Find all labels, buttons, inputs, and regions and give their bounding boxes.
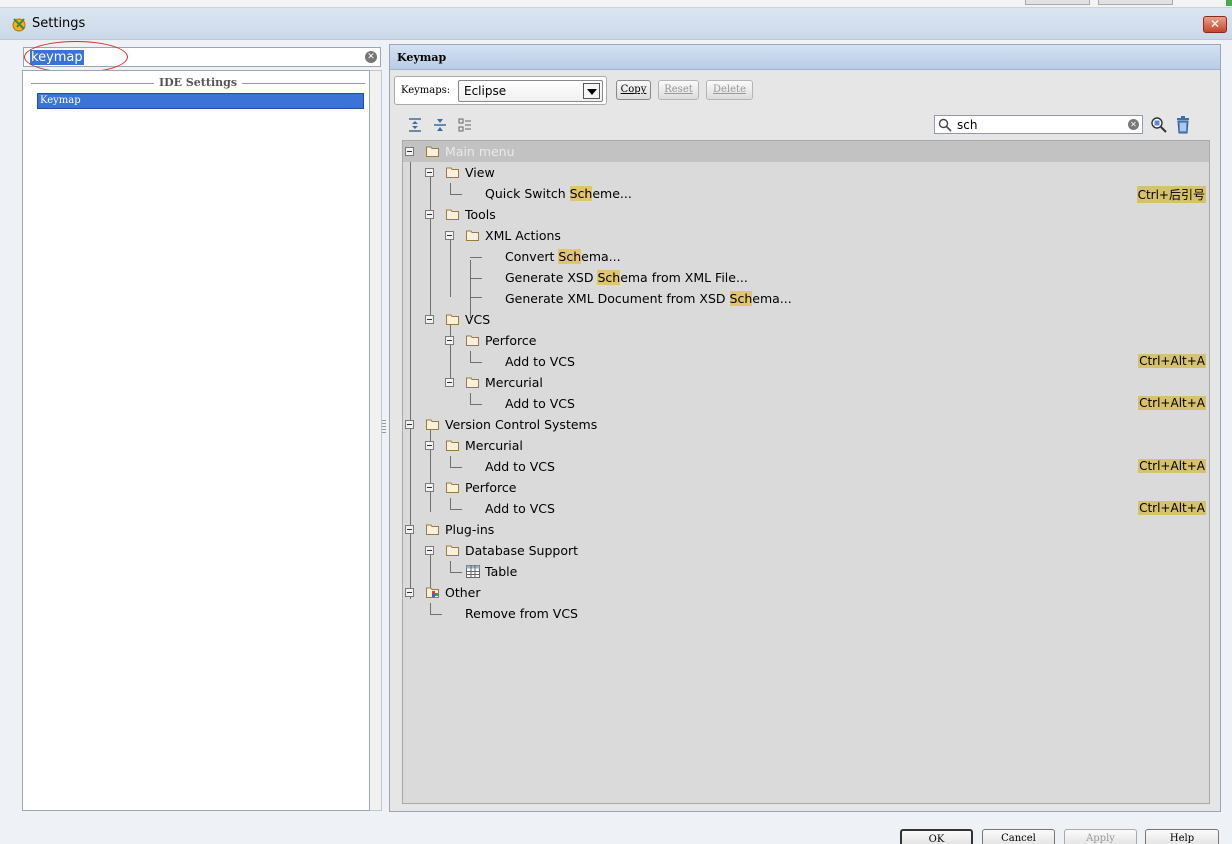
- collapse-icon[interactable]: [405, 420, 414, 429]
- keymaps-label: Keymaps:: [401, 85, 451, 96]
- collapse-icon[interactable]: [425, 168, 434, 177]
- tree-node-other[interactable]: Other: [403, 582, 1209, 603]
- keymaps-group: Keymaps: Eclipse: [394, 76, 607, 105]
- collapse-icon[interactable]: [405, 147, 414, 156]
- cancel-button[interactable]: Cancel: [982, 829, 1055, 844]
- settings-tree: IDE Settings Keymap: [22, 70, 370, 811]
- collapse-icon[interactable]: [445, 336, 454, 345]
- collapse-all-icon[interactable]: [432, 117, 448, 133]
- keymap-panel: Keymap Keymaps: Eclipse Copy Reset Delet…: [389, 44, 1221, 812]
- title-bar: Settings ✕: [0, 8, 1232, 40]
- search-value: keymap: [30, 50, 84, 65]
- folder-icon: [466, 230, 479, 241]
- shortcut-badge: Ctrl+后引号: [1136, 186, 1206, 203]
- keymap-tree: Main menu View Quick Switch Scheme... Ct…: [402, 140, 1210, 804]
- tree-node-table[interactable]: Table: [403, 561, 1209, 582]
- collapse-icon[interactable]: [405, 525, 414, 534]
- tree-node-view[interactable]: View: [403, 162, 1209, 183]
- panel-header: Keymap: [390, 45, 1220, 70]
- help-button[interactable]: Help: [1145, 829, 1219, 844]
- tree-node-add-to-vcs[interactable]: Add to VCS Ctrl+Alt+A: [403, 393, 1209, 414]
- tree-node-plug-ins[interactable]: Plug-ins: [403, 519, 1209, 540]
- keymap-select[interactable]: Eclipse: [458, 80, 603, 102]
- shortcut-badge: Ctrl+Alt+A: [1138, 459, 1206, 473]
- tree-node-mercurial[interactable]: Mercurial: [403, 372, 1209, 393]
- folder-icon: [446, 314, 459, 325]
- collapse-icon[interactable]: [425, 546, 434, 555]
- window-title: Settings: [32, 16, 86, 31]
- collapse-icon[interactable]: [425, 483, 434, 492]
- tree-node-generate-xsd[interactable]: Generate XSD Schema from XML File...: [403, 267, 1209, 288]
- copy-button[interactable]: Copy: [616, 80, 651, 100]
- tree-node-vcs[interactable]: VCS: [403, 309, 1209, 330]
- background-tab[interactable]: [1025, 0, 1090, 5]
- close-button[interactable]: ✕: [1203, 16, 1227, 33]
- top-strip: [0, 0, 1232, 8]
- folder-icon: [446, 545, 459, 556]
- folder-other-icon: [426, 587, 439, 598]
- collapse-icon[interactable]: [405, 588, 414, 597]
- tree-node-tools[interactable]: Tools: [403, 204, 1209, 225]
- reset-button[interactable]: Reset: [658, 80, 699, 100]
- expand-all-icon[interactable]: [407, 117, 423, 133]
- shortcut-badge: Ctrl+Alt+A: [1138, 354, 1206, 368]
- find-shortcut-icon[interactable]: [1150, 116, 1168, 134]
- tree-node-database-support[interactable]: Database Support: [403, 540, 1209, 561]
- status-indicator: [1226, 0, 1232, 6]
- folder-icon: [446, 209, 459, 220]
- folder-icon: [426, 524, 439, 535]
- group-icon[interactable]: [457, 117, 473, 133]
- settings-item-keymap[interactable]: Keymap: [37, 93, 364, 109]
- tree-node-add-to-vcs[interactable]: Add to VCS Ctrl+Alt+A: [403, 456, 1209, 477]
- table-icon: [466, 565, 480, 578]
- tree-node-version-control-systems[interactable]: Version Control Systems: [403, 414, 1209, 435]
- collapse-icon[interactable]: [445, 378, 454, 387]
- shortcut-badge: Ctrl+Alt+A: [1138, 501, 1206, 515]
- settings-search-input[interactable]: keymap ✕: [23, 47, 381, 67]
- collapse-icon[interactable]: [425, 210, 434, 219]
- section-header: IDE Settings: [31, 76, 365, 90]
- collapse-icon[interactable]: [445, 231, 454, 240]
- folder-icon: [446, 482, 459, 493]
- folder-icon: [466, 335, 479, 346]
- apply-button[interactable]: Apply: [1064, 829, 1137, 844]
- left-scrollbar[interactable]: [370, 70, 382, 811]
- tree-node-add-to-vcs[interactable]: Add to VCS Ctrl+Alt+A: [403, 351, 1209, 372]
- tree-node-quick-switch-scheme[interactable]: Quick Switch Scheme... Ctrl+后引号: [403, 183, 1209, 204]
- collapse-icon[interactable]: [425, 315, 434, 324]
- tree-node-perforce[interactable]: Perforce: [403, 477, 1209, 498]
- tree-node-generate-xml[interactable]: Generate XML Document from XSD Schema...: [403, 288, 1209, 309]
- folder-icon: [426, 146, 439, 157]
- tree-node-mercurial[interactable]: Mercurial: [403, 435, 1209, 456]
- folder-icon: [446, 440, 459, 451]
- folder-icon: [426, 419, 439, 430]
- clear-icon[interactable]: ✕: [365, 51, 377, 63]
- keymap-search-input[interactable]: sch ✕: [934, 115, 1143, 134]
- tree-node-add-to-vcs[interactable]: Add to VCS Ctrl+Alt+A: [403, 498, 1209, 519]
- shortcut-badge: Ctrl+Alt+A: [1138, 396, 1206, 410]
- tree-node-perforce[interactable]: Perforce: [403, 330, 1209, 351]
- background-tab[interactable]: [1098, 0, 1173, 5]
- splitter-handle[interactable]: [382, 420, 386, 434]
- app-icon: [12, 18, 26, 32]
- folder-icon: [466, 377, 479, 388]
- ok-button[interactable]: OK: [900, 829, 973, 844]
- folder-icon: [446, 167, 459, 178]
- tree-node-xml-actions[interactable]: XML Actions: [403, 225, 1209, 246]
- trash-icon[interactable]: [1175, 116, 1191, 134]
- search-icon: [938, 118, 952, 132]
- collapse-icon[interactable]: [425, 441, 434, 450]
- tree-node-remove-from-vcs[interactable]: Remove from VCS: [403, 603, 1209, 624]
- tree-node-convert-schema[interactable]: Convert Schema...: [403, 246, 1209, 267]
- tree-node-main-menu[interactable]: Main menu: [403, 141, 1209, 162]
- clear-icon[interactable]: ✕: [1128, 119, 1139, 130]
- delete-button[interactable]: Delete: [706, 80, 753, 100]
- chevron-down-icon[interactable]: [583, 83, 600, 99]
